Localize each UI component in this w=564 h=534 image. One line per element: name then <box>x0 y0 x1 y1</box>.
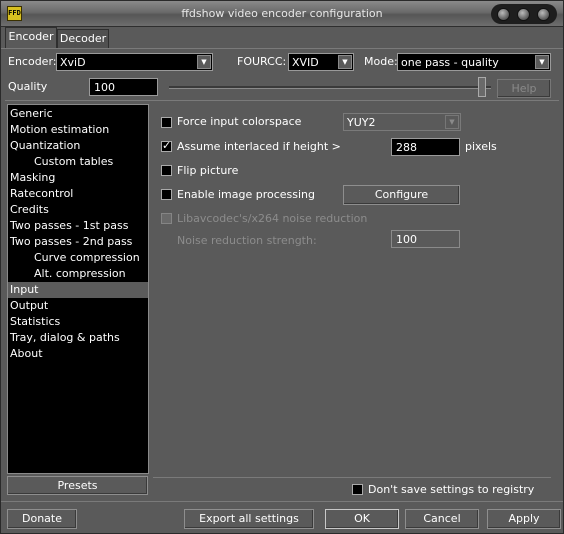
noise-reduction-checkbox[interactable] <box>161 213 172 224</box>
title-bar[interactable]: FFD ffdshow video encoder configuration <box>1 1 563 27</box>
sidebar-item-motion-estimation[interactable]: Motion estimation <box>8 122 148 138</box>
footer-divider <box>1 501 563 502</box>
dont-save-checkbox[interactable] <box>352 484 363 495</box>
colorspace-select[interactable]: YUY2 ▼ <box>343 113 461 131</box>
window-controls <box>491 4 557 24</box>
ok-button[interactable]: OK <box>325 509 399 529</box>
fourcc-select[interactable]: XVID ▼ <box>288 53 354 71</box>
sidebar-item-two-passes-1st-pass[interactable]: Two passes - 1st pass <box>8 218 148 234</box>
fourcc-select-value: XVID <box>292 56 319 69</box>
quality-label: Quality <box>8 80 48 93</box>
sidebar-item-input[interactable]: Input <box>8 282 148 298</box>
quality-slider-track[interactable] <box>169 86 491 89</box>
mode-label: Mode: <box>364 55 398 68</box>
tab-divider <box>1 48 563 49</box>
quality-input-value: 100 <box>94 81 115 94</box>
chevron-down-icon[interactable]: ▼ <box>197 55 211 69</box>
image-processing-label: Enable image processing <box>177 188 316 201</box>
sidebar-item-credits[interactable]: Credits <box>8 202 148 218</box>
sidebar-item-about[interactable]: About <box>8 346 148 362</box>
export-settings-button[interactable]: Export all settings <box>184 509 314 529</box>
image-processing-checkbox[interactable] <box>161 189 172 200</box>
sidebar-item-custom-tables[interactable]: Custom tables <box>8 154 148 170</box>
sidebar-item-generic[interactable]: Generic <box>8 106 148 122</box>
close-button[interactable] <box>537 8 550 21</box>
window-title: ffdshow video encoder configuration <box>181 7 383 20</box>
quality-slider-thumb[interactable] <box>478 77 486 97</box>
encoder-label: Encoder: <box>8 55 57 68</box>
interlaced-height-input[interactable]: 288 <box>391 138 460 156</box>
noise-strength-label: Noise reduction strength: <box>177 234 317 247</box>
sidebar-item-two-passes-2nd-pass[interactable]: Two passes - 2nd pass <box>8 234 148 250</box>
quality-input[interactable]: 100 <box>89 78 158 96</box>
sidebar-item-curve-compression[interactable]: Curve compression <box>8 250 148 266</box>
noise-reduction-label: Libavcodec's/x264 noise reduction <box>177 212 368 225</box>
colorspace-select-value: YUY2 <box>347 116 376 129</box>
chevron-down-icon[interactable]: ▼ <box>338 55 352 69</box>
noise-strength-input[interactable]: 100 <box>391 230 460 248</box>
footer-top-divider <box>153 477 551 478</box>
configure-button[interactable]: Configure <box>343 185 460 205</box>
dont-save-label: Don't save settings to registry <box>368 483 535 496</box>
fourcc-label: FOURCC: <box>237 55 287 68</box>
flip-picture-checkbox[interactable] <box>161 165 172 176</box>
encoder-select[interactable]: XviD ▼ <box>56 53 213 71</box>
header-divider <box>5 100 559 101</box>
interlaced-label: Assume interlaced if height > <box>177 140 341 153</box>
interlaced-checkbox[interactable] <box>161 139 172 152</box>
sidebar-item-masking[interactable]: Masking <box>8 170 148 186</box>
donate-button[interactable]: Donate <box>7 509 77 529</box>
maximize-button[interactable] <box>517 8 530 21</box>
sidebar-item-tray-dialog-paths[interactable]: Tray, dialog & paths <box>8 330 148 346</box>
sidebar-item-alt-compression[interactable]: Alt. compression <box>8 266 148 282</box>
pixels-label: pixels <box>465 140 497 153</box>
help-button[interactable]: Help <box>497 79 551 98</box>
noise-strength-value: 100 <box>396 233 417 246</box>
sidebar-item-ratecontrol[interactable]: Ratecontrol <box>8 186 148 202</box>
dialog-window: FFD ffdshow video encoder configuration … <box>0 0 564 534</box>
sidebar-item-statistics[interactable]: Statistics <box>8 314 148 330</box>
sidebar-item-quantization[interactable]: Quantization <box>8 138 148 154</box>
chevron-down-icon[interactable]: ▼ <box>445 115 459 129</box>
force-colorspace-label: Force input colorspace <box>177 115 302 128</box>
force-colorspace-checkbox[interactable] <box>161 117 172 128</box>
tab-decoder[interactable]: Decoder <box>57 29 109 49</box>
encoder-select-value: XviD <box>60 56 86 69</box>
mode-select[interactable]: one pass - quality ▼ <box>397 53 551 71</box>
flip-picture-label: Flip picture <box>177 164 239 177</box>
cancel-button[interactable]: Cancel <box>405 509 479 529</box>
apply-button[interactable]: Apply <box>487 509 561 529</box>
tab-encoder[interactable]: Encoder <box>5 27 57 48</box>
chevron-down-icon[interactable]: ▼ <box>535 55 549 69</box>
minimize-button[interactable] <box>497 8 510 21</box>
page-tree[interactable]: Generic Motion estimation Quantization Cust… <box>7 104 149 474</box>
presets-button[interactable]: Presets <box>7 476 148 495</box>
interlaced-height-value: 288 <box>396 141 417 154</box>
mode-select-value: one pass - quality <box>401 56 499 69</box>
sidebar-item-output[interactable]: Output <box>8 298 148 314</box>
